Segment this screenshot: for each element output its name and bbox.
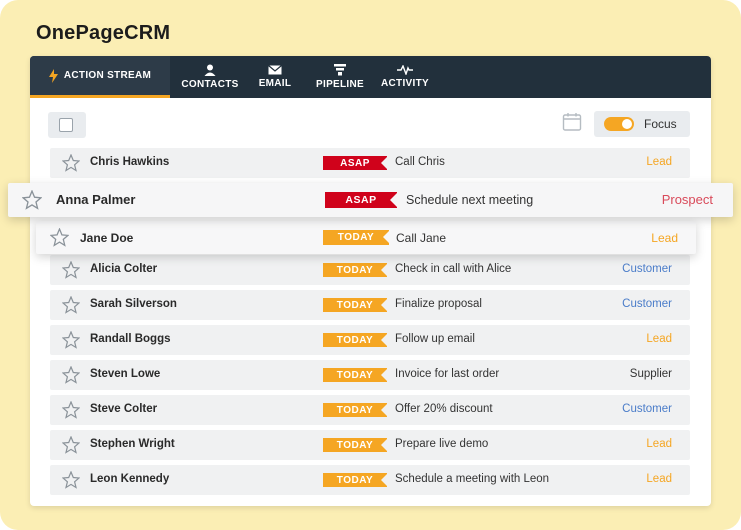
lightning-icon	[48, 68, 58, 83]
next-action[interactable]: Schedule a meeting with Leon	[395, 473, 549, 485]
focus-label: Focus	[644, 117, 677, 131]
app-window: ACTION STREAM CONTACTS EMAIL PIPELINE AC…	[30, 56, 711, 506]
select-all-box[interactable]	[48, 112, 86, 138]
next-action[interactable]: Call Jane	[396, 231, 446, 245]
tab-label: CONTACTS	[181, 79, 239, 90]
contact-status: Lead	[646, 156, 672, 168]
contact-name[interactable]: Alicia Colter	[90, 263, 157, 275]
star-icon[interactable]	[62, 401, 80, 419]
contact-name[interactable]: Steven Lowe	[90, 368, 160, 380]
contact-status: Supplier	[629, 368, 672, 380]
funnel-icon	[334, 64, 346, 76]
star-icon[interactable]	[62, 154, 80, 172]
priority-badge: ASAP	[323, 156, 388, 170]
envelope-icon	[268, 65, 282, 75]
action-row[interactable]: Chris Hawkins ASAP Call Chris Lead	[50, 148, 690, 178]
contact-name[interactable]: Sarah Silverson	[90, 298, 177, 310]
priority-badge: TODAY	[323, 333, 388, 347]
next-action[interactable]: Call Chris	[395, 156, 445, 168]
action-row-dragged[interactable]: Anna Palmer ASAP Schedule next meeting P…	[8, 183, 733, 217]
next-action[interactable]: Finalize proposal	[395, 298, 482, 310]
calendar-icon[interactable]	[562, 112, 582, 132]
tab-label: PIPELINE	[316, 79, 364, 90]
action-row[interactable]: Alicia Colter TODAY Check in call with A…	[50, 255, 690, 285]
contact-status: Prospect	[661, 192, 713, 207]
next-action[interactable]: Invoice for last order	[395, 368, 499, 380]
contact-name[interactable]: Chris Hawkins	[90, 156, 169, 168]
contact-name[interactable]: Anna Palmer	[56, 192, 135, 207]
contact-status: Customer	[622, 263, 672, 275]
star-icon[interactable]	[62, 366, 80, 384]
next-action[interactable]: Follow up email	[395, 333, 475, 345]
brand-title: OnePageCRM	[36, 22, 171, 44]
contact-name[interactable]: Randall Boggs	[90, 333, 171, 345]
next-action[interactable]: Offer 20% discount	[395, 403, 493, 415]
star-icon[interactable]	[62, 471, 80, 489]
priority-badge: TODAY	[323, 263, 388, 277]
tab-label: ACTIVITY	[381, 78, 429, 89]
select-all-checkbox[interactable]	[59, 118, 73, 132]
tab-email[interactable]: EMAIL	[245, 56, 305, 98]
priority-badge: ASAP	[325, 192, 398, 208]
contact-status: Lead	[646, 473, 672, 485]
contact-status: Customer	[622, 298, 672, 310]
priority-badge: TODAY	[323, 368, 388, 382]
action-row[interactable]: Steve Colter TODAY Offer 20% discount Cu…	[50, 395, 690, 425]
contact-status: Customer	[622, 403, 672, 415]
priority-badge: TODAY	[323, 230, 390, 245]
tab-pipeline[interactable]: PIPELINE	[310, 56, 370, 98]
tab-label: EMAIL	[258, 78, 292, 89]
action-row[interactable]: Steven Lowe TODAY Invoice for last order…	[50, 360, 690, 390]
priority-badge: TODAY	[323, 403, 388, 417]
star-icon[interactable]	[62, 296, 80, 314]
contact-name[interactable]: Stephen Wright	[90, 438, 175, 450]
next-action[interactable]: Prepare live demo	[395, 438, 488, 450]
priority-badge: TODAY	[323, 473, 388, 487]
contact-name[interactable]: Leon Kennedy	[90, 473, 169, 485]
focus-toggle[interactable]: Focus	[594, 111, 690, 137]
contact-status: Lead	[651, 231, 678, 245]
focus-switch[interactable]	[604, 117, 634, 131]
star-icon[interactable]	[62, 261, 80, 279]
star-icon[interactable]	[62, 436, 80, 454]
action-row[interactable]: Sarah Silverson TODAY Finalize proposal …	[50, 290, 690, 320]
priority-badge: TODAY	[323, 438, 388, 452]
tab-contacts[interactable]: CONTACTS	[180, 56, 240, 98]
tab-activity[interactable]: ACTIVITY	[375, 56, 435, 98]
action-row[interactable]: Leon Kennedy TODAY Schedule a meeting wi…	[50, 465, 690, 495]
star-icon[interactable]	[50, 228, 69, 247]
tab-action-stream[interactable]: ACTION STREAM	[30, 56, 170, 98]
contact-name[interactable]: Jane Doe	[80, 231, 133, 245]
person-icon	[204, 64, 216, 76]
star-icon[interactable]	[22, 190, 42, 210]
next-action[interactable]: Schedule next meeting	[406, 193, 533, 207]
tab-label: ACTION STREAM	[63, 70, 152, 81]
priority-badge: TODAY	[323, 298, 388, 312]
contact-status: Lead	[646, 333, 672, 345]
contact-status: Lead	[646, 438, 672, 450]
action-row-dragged[interactable]: Jane Doe TODAY Call Jane Lead	[36, 221, 696, 254]
action-row[interactable]: Stephen Wright TODAY Prepare live demo L…	[50, 430, 690, 460]
star-icon[interactable]	[62, 331, 80, 349]
pulse-icon	[397, 65, 413, 75]
next-action[interactable]: Check in call with Alice	[395, 263, 511, 275]
top-navbar: ACTION STREAM CONTACTS EMAIL PIPELINE AC…	[30, 56, 711, 98]
contact-name[interactable]: Steve Colter	[90, 403, 157, 415]
action-row[interactable]: Randall Boggs TODAY Follow up email Lead	[50, 325, 690, 355]
